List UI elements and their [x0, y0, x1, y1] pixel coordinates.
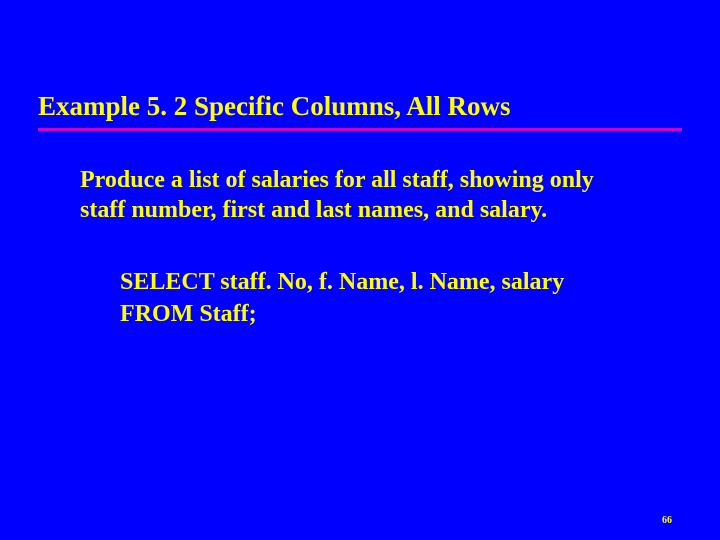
slide-container: Example 5. 2 Specific Columns, All Rows … [0, 0, 720, 540]
sql-line-1: SELECT staff. No, f. Name, l. Name, sala… [120, 267, 600, 298]
page-number: 66 [662, 515, 672, 526]
sql-line-2: FROM Staff; [120, 299, 600, 330]
title-underline-wrap: Example 5. 2 Specific Columns, All Rows [38, 90, 682, 131]
slide-title: Example 5. 2 Specific Columns, All Rows [38, 90, 682, 122]
slide-description: Produce a list of salaries for all staff… [80, 165, 640, 225]
sql-code-block: SELECT staff. No, f. Name, l. Name, sala… [120, 267, 600, 329]
